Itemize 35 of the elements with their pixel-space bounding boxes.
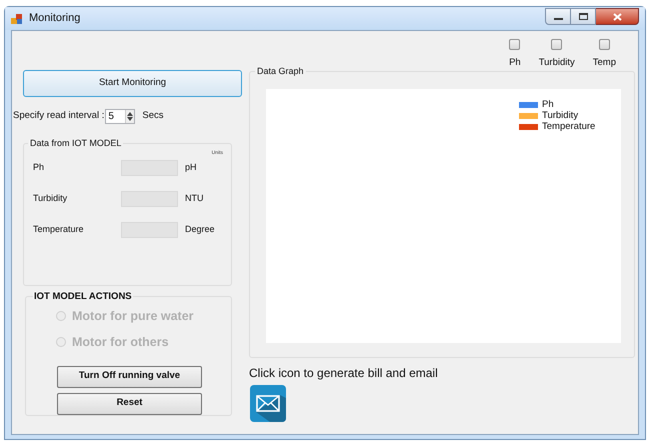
checkbox[interactable] [509, 39, 520, 50]
reading-label: Turbidity [33, 192, 68, 206]
interval-label: Specify read interval : [13, 109, 104, 124]
legend-label: Turbidity [542, 111, 578, 121]
email-icon[interactable] [250, 385, 286, 422]
reading-unit: Degree [185, 223, 215, 236]
interval-spinner[interactable]: 5 [105, 109, 136, 124]
checkbox-label: Ph [509, 56, 521, 70]
reading-field [121, 160, 178, 176]
reading-label: Temperature [33, 223, 85, 236]
legend-label: Temperature [542, 122, 596, 132]
action-button[interactable]: Reset [57, 392, 202, 414]
close-button[interactable] [596, 8, 639, 25]
reading-field [121, 191, 178, 207]
reading-unit: pH [185, 161, 197, 174]
minimize-button[interactable] [545, 8, 571, 25]
action-button[interactable]: Turn Off running valve [57, 366, 202, 388]
radio-label: Motor for others [72, 334, 169, 351]
radio-label: Motor for pure water [72, 308, 194, 325]
interval-unit: Secs [142, 109, 164, 124]
reading-unit: NTU [185, 192, 204, 206]
legend-label: Ph [542, 100, 554, 110]
checkbox[interactable] [598, 39, 610, 50]
start-monitoring-button[interactable]: Start Monitoring [23, 70, 242, 97]
close-icon [612, 12, 622, 20]
maximize-button[interactable] [571, 8, 596, 25]
window-title: Monitoring [29, 11, 80, 26]
bill-hint-text: Click icon to generate bill and email [249, 365, 439, 382]
groupbox-title: Data Graph [255, 65, 306, 78]
checkbox-label: Turbidity [538, 56, 575, 70]
reading-label: Ph [33, 161, 46, 174]
checkbox[interactable] [551, 39, 562, 50]
app-icon [11, 12, 23, 24]
reading-field [121, 222, 178, 238]
checkbox-label: Temp [592, 56, 616, 70]
